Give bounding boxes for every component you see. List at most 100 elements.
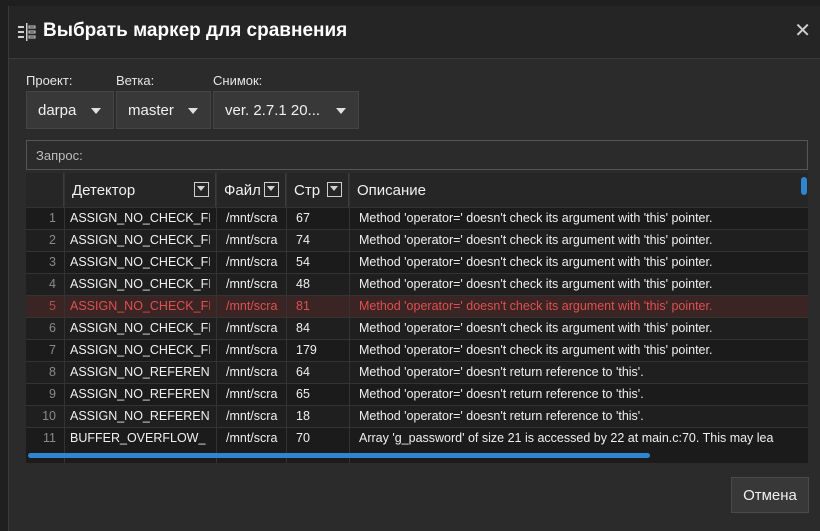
table-row[interactable]: 3 ASSIGN_NO_CHECK_FI/mnt/scra 54 Method 'op… bbox=[26, 251, 808, 273]
description-cell: Method 'operator=' doesn't return refere… bbox=[359, 365, 644, 379]
project-value: darpa bbox=[38, 101, 77, 119]
branch-label: Ветка: bbox=[116, 73, 155, 88]
line-cell: 70 bbox=[296, 431, 310, 445]
line-cell: 18 bbox=[296, 409, 310, 423]
column-divider bbox=[64, 173, 65, 463]
file-cell: /mnt/scra bbox=[226, 431, 278, 445]
file-cell: /mnt/scra bbox=[226, 233, 278, 247]
row-number: 10 bbox=[42, 409, 56, 423]
description-cell: Method 'operator=' doesn't check its arg… bbox=[359, 211, 713, 225]
table-row[interactable]: 7 ASSIGN_NO_CHECK_FI/mnt/scra 179 Method 'o… bbox=[26, 339, 808, 361]
detector-cell: ASSIGN_NO_CHECK_FI bbox=[70, 277, 210, 291]
column-header-detector[interactable]: Детектор bbox=[64, 173, 216, 207]
snapshot-value: ver. 2.7.1 20... bbox=[225, 101, 321, 119]
table-row[interactable]: 11 BUFFER_OVERFLOW_ /mnt/scra 70 Array 'g_pa… bbox=[26, 427, 808, 449]
table-row[interactable]: 5 ASSIGN_NO_CHECK_FI/mnt/scra 81 Method 'op… bbox=[26, 295, 808, 317]
file-cell: /mnt/scra bbox=[226, 211, 278, 225]
table-row[interactable]: 9 ASSIGN_NO_REFEREN/mnt/scra 65 Method 'ope… bbox=[26, 383, 808, 405]
description-cell: Method 'operator=' doesn't check its arg… bbox=[359, 299, 713, 313]
row-number: 5 bbox=[49, 299, 56, 313]
row-number: 4 bbox=[49, 277, 56, 291]
detector-cell: ASSIGN_NO_REFEREN bbox=[70, 365, 210, 379]
file-cell: /mnt/scra bbox=[226, 255, 278, 269]
description-cell: Method 'operator=' doesn't return refere… bbox=[359, 409, 644, 423]
detector-cell: ASSIGN_NO_CHECK_FI bbox=[70, 255, 210, 269]
compare-icon bbox=[18, 23, 36, 41]
row-number: 9 bbox=[49, 387, 56, 401]
column-divider bbox=[216, 173, 217, 463]
table-row[interactable]: 1 ASSIGN_NO_CHECK_FI/mnt/scra 67 Method 'op… bbox=[26, 207, 808, 229]
detector-cell: ASSIGN_NO_REFEREN bbox=[70, 409, 210, 423]
description-cell: Method 'operator=' doesn't check its arg… bbox=[359, 321, 713, 335]
table-row[interactable]: 6 ASSIGN_NO_CHECK_FI/mnt/scra 84 Method 'op… bbox=[26, 317, 808, 339]
file-cell: /mnt/scra bbox=[226, 321, 278, 335]
row-number-header bbox=[26, 173, 64, 207]
snapshot-dropdown[interactable]: ver. 2.7.1 20... bbox=[213, 91, 359, 129]
cancel-button[interactable]: Отмена bbox=[731, 477, 809, 513]
line-cell: 81 bbox=[296, 299, 310, 313]
description-cell: Method 'operator=' doesn't return refere… bbox=[359, 387, 644, 401]
line-cell: 84 bbox=[296, 321, 310, 335]
project-label: Проект: bbox=[26, 73, 73, 88]
detector-cell: ASSIGN_NO_CHECK_FI bbox=[70, 211, 210, 225]
line-cell: 64 bbox=[296, 365, 310, 379]
file-cell: /mnt/scra bbox=[226, 365, 278, 379]
horizontal-scrollbar[interactable] bbox=[28, 453, 650, 458]
description-cell: Method 'operator=' doesn't check its arg… bbox=[359, 255, 713, 269]
row-number: 7 bbox=[49, 343, 56, 357]
line-cell: 65 bbox=[296, 387, 310, 401]
column-header-line[interactable]: Стр bbox=[286, 173, 349, 207]
project-dropdown[interactable]: darpa bbox=[26, 91, 114, 129]
file-cell: /mnt/scra bbox=[226, 299, 278, 313]
dialog-title: Выбрать маркер для сравнения bbox=[43, 20, 348, 41]
table-row[interactable]: 10 ASSIGN_NO_REFEREN/mnt/scra 18 Method 'op… bbox=[26, 405, 808, 427]
column-divider bbox=[286, 173, 287, 463]
sort-dropdown-icon[interactable] bbox=[264, 182, 279, 197]
description-cell: Method 'operator=' doesn't check its arg… bbox=[359, 277, 713, 291]
row-number: 3 bbox=[49, 255, 56, 269]
detector-cell: ASSIGN_NO_CHECK_FI bbox=[70, 343, 210, 357]
detector-cell: ASSIGN_NO_CHECK_FI bbox=[70, 321, 210, 335]
row-number: 8 bbox=[49, 365, 56, 379]
detector-cell: ASSIGN_NO_CHECK_FI bbox=[70, 233, 210, 247]
chevron-down-icon bbox=[188, 108, 198, 114]
line-cell: 67 bbox=[296, 211, 310, 225]
column-header-description[interactable]: Описание bbox=[349, 173, 799, 207]
line-cell: 74 bbox=[296, 233, 310, 247]
vertical-scrollbar[interactable] bbox=[801, 177, 807, 195]
row-number: 2 bbox=[49, 233, 56, 247]
file-cell: /mnt/scra bbox=[226, 343, 278, 357]
row-number: 1 bbox=[49, 211, 56, 225]
table-row[interactable]: 2 ASSIGN_NO_CHECK_FI/mnt/scra 74 Method 'op… bbox=[26, 229, 808, 251]
chevron-down-icon bbox=[91, 108, 101, 114]
description-cell: Array 'g_password' of size 21 is accesse… bbox=[359, 431, 774, 445]
row-number: 6 bbox=[49, 321, 56, 335]
compare-marker-dialog: Выбрать маркер для сравнения ✕ Проект: В… bbox=[8, 6, 820, 531]
line-cell: 48 bbox=[296, 277, 310, 291]
table-header: Детектор Файл Стр Описание bbox=[26, 173, 808, 207]
line-cell: 179 bbox=[296, 343, 317, 357]
branch-value: master bbox=[128, 101, 174, 119]
sort-dropdown-icon[interactable] bbox=[327, 182, 342, 197]
markers-table: Детектор Файл Стр Описание 1 ASSIGN_NO_CH… bbox=[26, 173, 808, 463]
description-cell: Method 'operator=' doesn't check its arg… bbox=[359, 233, 713, 247]
file-cell: /mnt/scra bbox=[226, 387, 278, 401]
column-header-file[interactable]: Файл bbox=[216, 173, 286, 207]
detector-cell: ASSIGN_NO_CHECK_FI bbox=[70, 299, 210, 313]
snapshot-label: Снимок: bbox=[213, 73, 263, 88]
column-divider bbox=[349, 173, 350, 463]
chevron-down-icon bbox=[336, 108, 346, 114]
sort-dropdown-icon[interactable] bbox=[194, 182, 209, 197]
close-button[interactable]: ✕ bbox=[794, 20, 811, 42]
table-row[interactable]: 4 ASSIGN_NO_CHECK_FI/mnt/scra 48 Method 'op… bbox=[26, 273, 808, 295]
file-cell: /mnt/scra bbox=[226, 409, 278, 423]
detector-cell: ASSIGN_NO_REFEREN bbox=[70, 387, 210, 401]
line-cell: 54 bbox=[296, 255, 310, 269]
query-input[interactable]: Запрос: bbox=[26, 140, 808, 170]
file-cell: /mnt/scra bbox=[226, 277, 278, 291]
detector-cell: BUFFER_OVERFLOW_ bbox=[70, 431, 206, 445]
description-cell: Method 'operator=' doesn't check its arg… bbox=[359, 343, 713, 357]
table-row[interactable]: 8 ASSIGN_NO_REFEREN/mnt/scra 64 Method 'ope… bbox=[26, 361, 808, 383]
dialog-titlebar: Выбрать маркер для сравнения ✕ bbox=[9, 6, 820, 59]
branch-dropdown[interactable]: master bbox=[116, 91, 211, 129]
